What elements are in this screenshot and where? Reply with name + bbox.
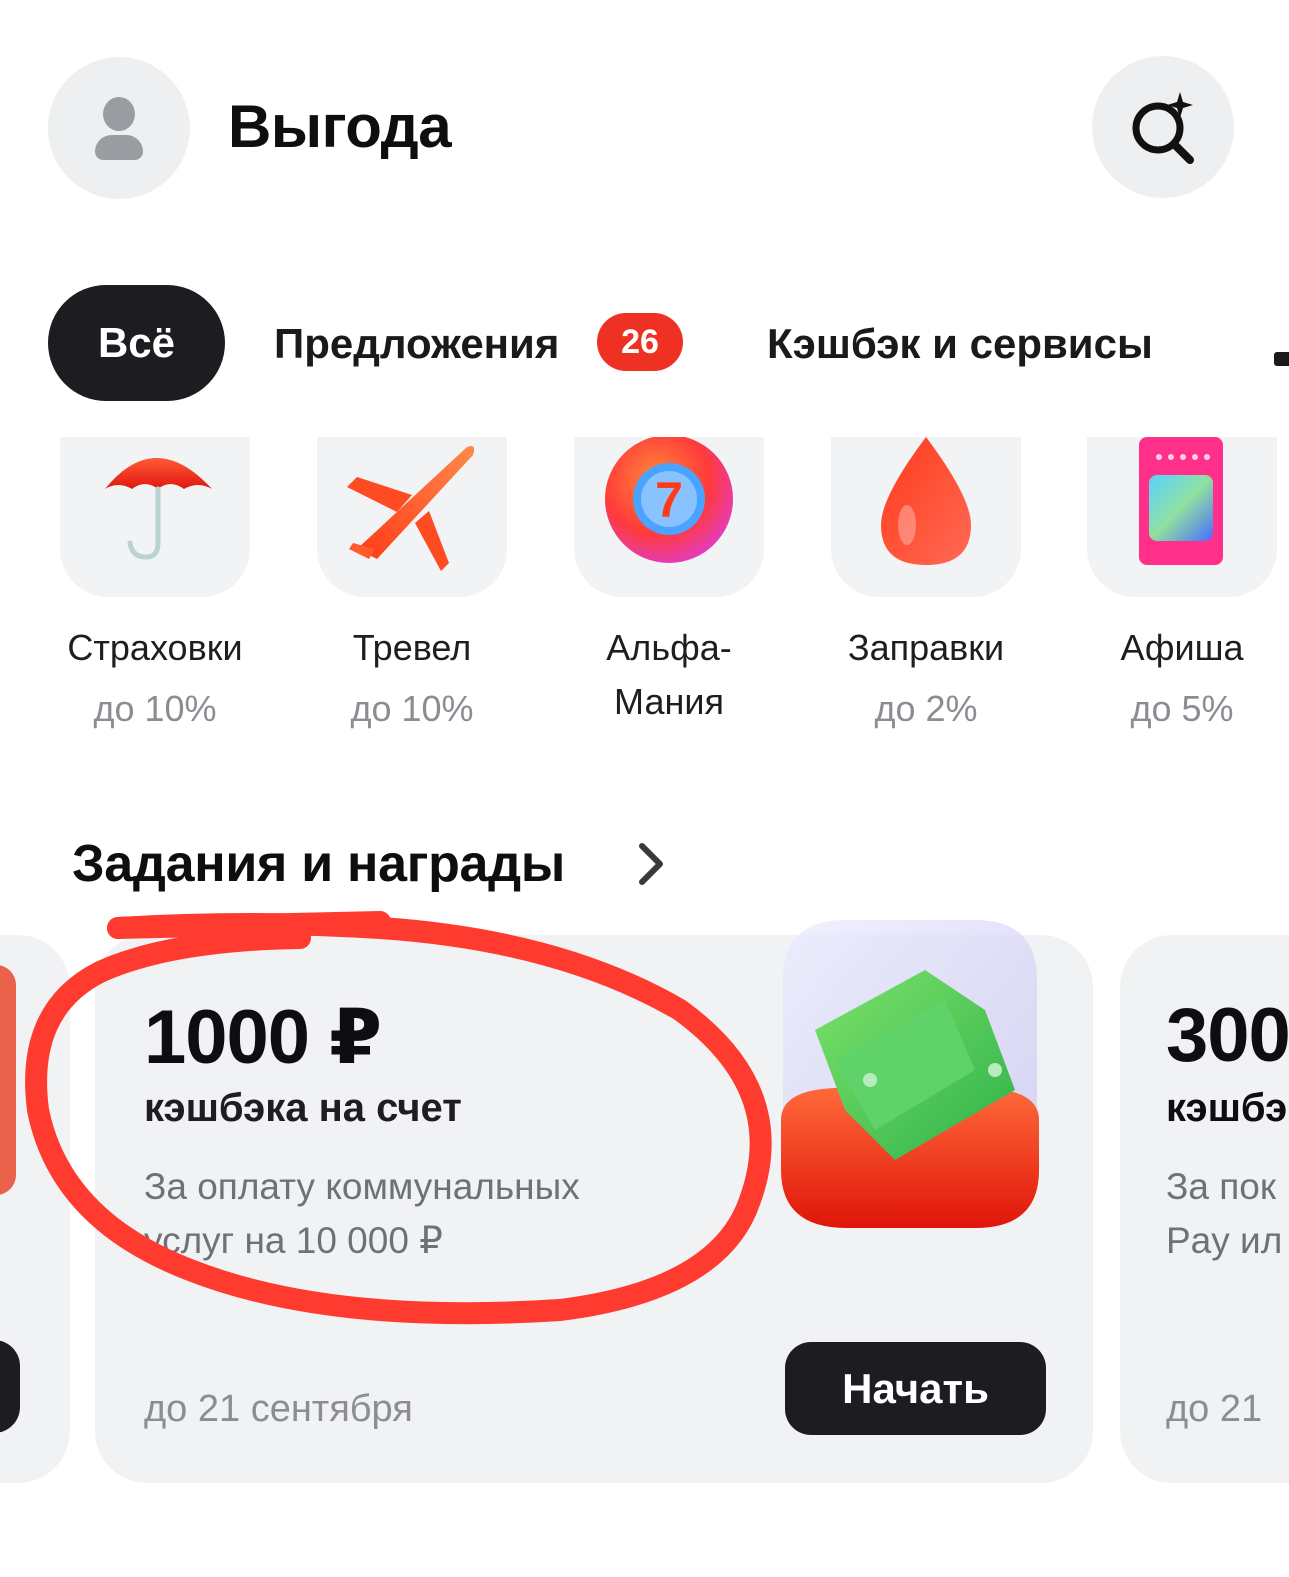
ticket-icon [1139, 437, 1223, 565]
reward-description: кэшбэка на счет [144, 1086, 462, 1130]
next-task-condition-line-2: Pay ил [1166, 1220, 1283, 1261]
next-task-card-content: 300 кэшбэ За пок Pay ил до 21 [1166, 935, 1289, 1483]
category-fuel-label: Заправки [847, 627, 1005, 668]
lottery-ball-icon: 7 [605, 437, 733, 563]
offers-count-badge: 26 [597, 313, 683, 371]
next-task-deadline: до 21 [1166, 1388, 1263, 1430]
category-alfa-mania-label-2: Мания [614, 681, 724, 722]
category-insurance-label: Страховки [67, 627, 243, 668]
ai-search-button[interactable] [1092, 56, 1234, 198]
category-alfa-mania[interactable]: 7 [574, 437, 764, 597]
airplane-icon [347, 446, 475, 571]
category-fuel[interactable] [831, 437, 1021, 597]
task-condition-line-2: услуг на 10 000 ₽ [144, 1220, 443, 1261]
start-button[interactable]: Начать [785, 1342, 1046, 1435]
tab-all[interactable]: Всё [48, 285, 225, 401]
category-afisha[interactable] [1087, 437, 1277, 597]
umbrella-icon [105, 458, 212, 560]
next-tab-edge[interactable] [1274, 352, 1289, 366]
category-fuel-percent: до 2% [874, 688, 978, 729]
category-insurance[interactable] [60, 437, 250, 597]
money-box-icon [781, 920, 1039, 1228]
task-condition: За оплату коммунальных услуг на 10 000 ₽ [144, 1160, 704, 1268]
category-travel-percent: до 10% [350, 688, 474, 729]
tab-cashback-services[interactable]: Кэшбэк и сервисы [767, 320, 1153, 368]
category-alfa-mania-label-1: Альфа- [606, 627, 732, 668]
task-condition-line-1: За оплату коммунальных [144, 1166, 580, 1207]
next-task-condition-line-1: За пок [1166, 1166, 1277, 1207]
category-afisha-label: Афиша [1120, 627, 1244, 668]
avatar-body [95, 135, 143, 160]
svg-text:7: 7 [655, 472, 683, 528]
avatar-head [103, 97, 135, 131]
next-task-condition: За пок Pay ил [1166, 1160, 1282, 1268]
task-deadline: до 21 сентября [144, 1388, 413, 1430]
fuel-drop-icon [881, 437, 971, 565]
category-travel-label: Тревел [352, 627, 472, 668]
profile-avatar-button[interactable] [48, 57, 190, 199]
tasks-section-title[interactable]: Задания и награды [72, 834, 565, 894]
previous-task-card[interactable] [0, 935, 70, 1483]
chevron-right-icon[interactable] [636, 842, 668, 886]
page-title: Выгода [228, 93, 452, 160]
category-insurance-percent: до 10% [93, 688, 217, 729]
next-reward-description: кэшбэ [1166, 1086, 1288, 1130]
next-reward-amount: 300 [1166, 993, 1289, 1078]
category-travel[interactable] [317, 437, 507, 597]
category-afisha-percent: до 5% [1130, 688, 1234, 729]
reward-amount: 1000 ₽ [144, 995, 382, 1080]
tab-offers[interactable]: Предложения [274, 320, 559, 368]
sparkle-search-icon [1132, 92, 1194, 164]
